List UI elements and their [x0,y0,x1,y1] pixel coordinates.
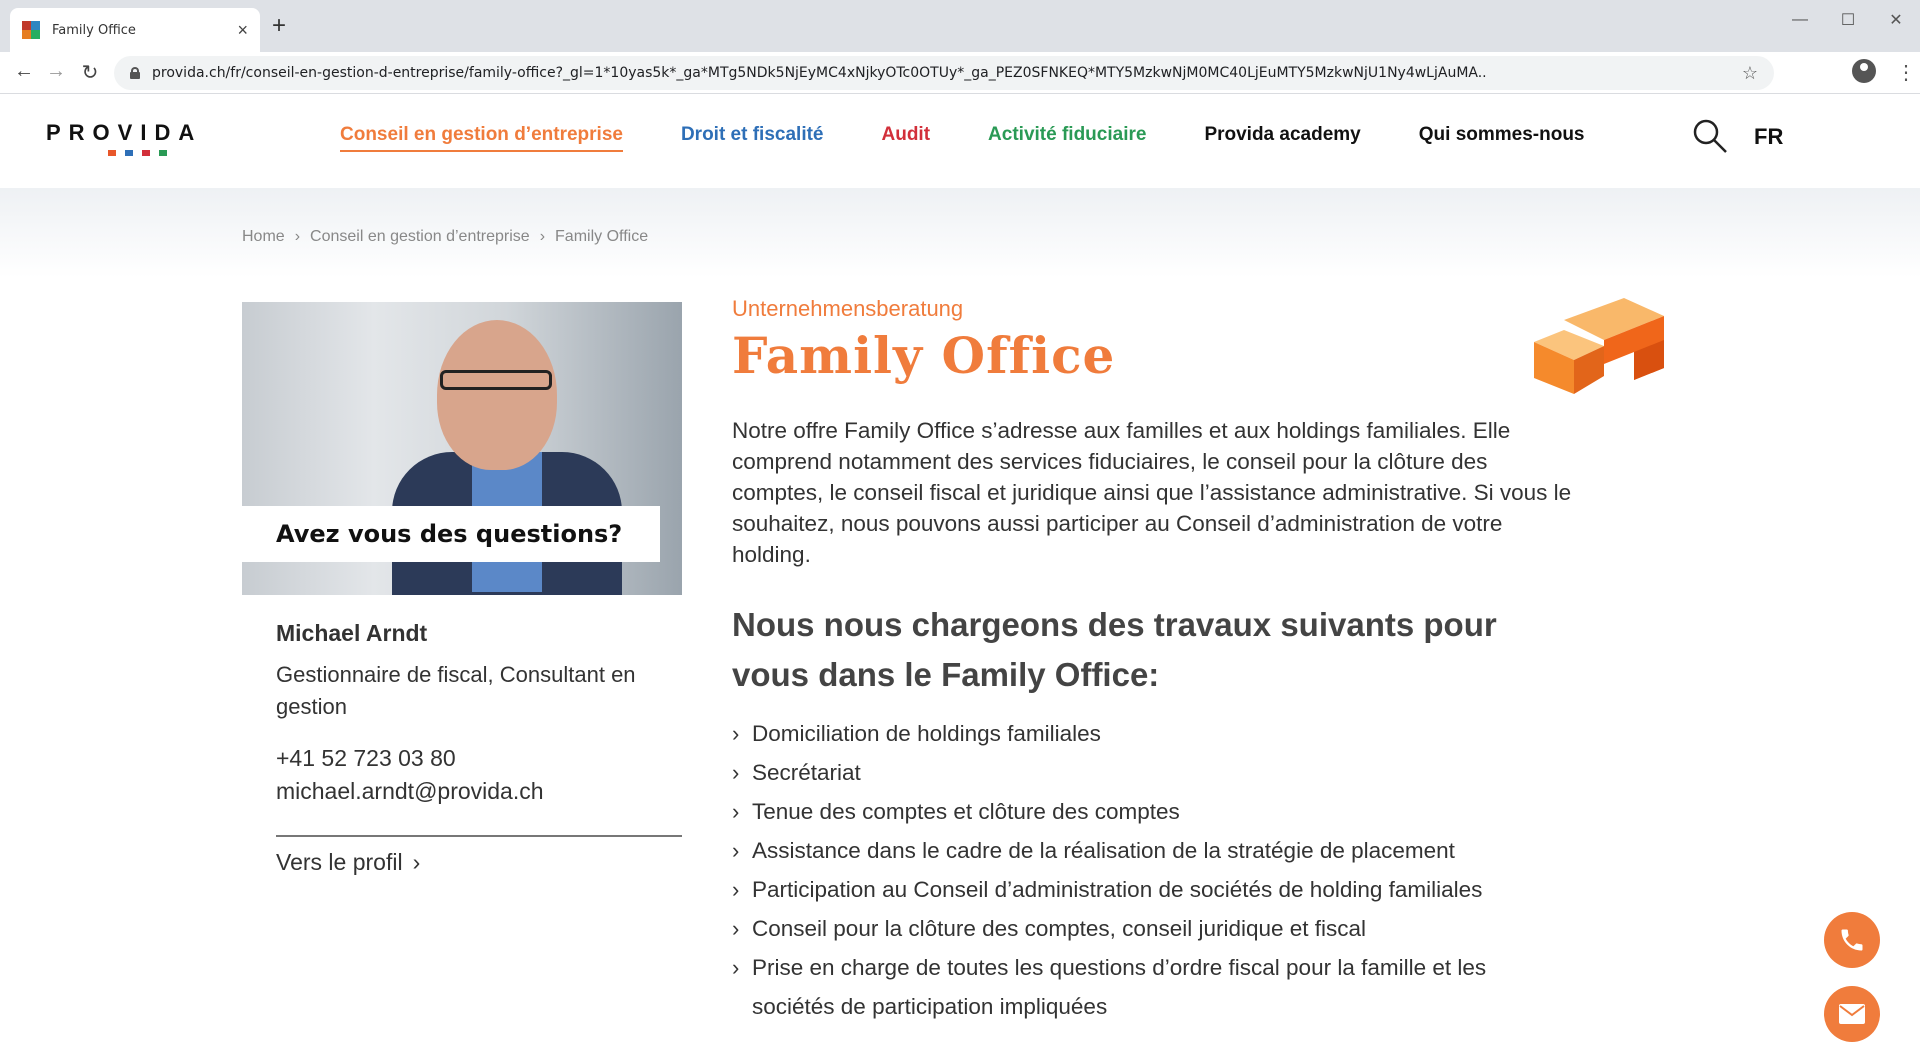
contact-name: Michael Arndt [276,620,428,646]
breadcrumb: Home › Conseil en gestion d’entreprise ›… [242,228,648,246]
intro-paragraph: Notre offre Family Office s’adresse aux … [732,418,1572,567]
logo-dot [108,150,116,156]
breadcrumb-home[interactable]: Home [242,228,285,246]
breadcrumb-section[interactable]: Conseil en gestion d’entreprise [310,228,530,246]
question-text: Avez vous des questions? [276,520,623,548]
chevron-right-icon: › [732,760,740,785]
page-subtitle: Unternehmensberatung [732,296,964,321]
nav-item[interactable]: Droit et fiscalité [681,124,824,152]
new-tab-button[interactable]: + [272,12,286,40]
site-header: PROVIDA Conseil en gestion d’entreprise D… [0,94,1920,188]
logo-dots [108,150,202,156]
nav-item[interactable]: Qui sommes-nous [1419,124,1585,152]
profile-icon[interactable] [1852,59,1876,83]
minimize-icon[interactable]: — [1776,6,1824,34]
provida-logo[interactable]: PROVIDA [46,120,202,156]
nav-item[interactable]: Conseil en gestion d’entreprise [340,124,623,152]
service-label: Domiciliation de holdings familiales [752,721,1101,746]
logo-dot [159,150,167,156]
contact-email[interactable]: michael.arndt@provida.ch [276,778,682,805]
service-item: › Secrétariat [732,753,1572,792]
divider [276,835,682,837]
url-text[interactable]: provida.ch/fr/conseil-en-gestion-d-entre… [152,65,1742,81]
service-item: › Assistance dans le cadre de la réalisat… [732,831,1572,870]
chevron-right-icon: › [732,799,740,824]
chevron-right-icon: › [732,916,740,941]
service-label: Secrétariat [752,760,861,785]
chevron-right-icon: › [732,838,740,863]
service-item: › Prise en charge de toutes les questions… [732,948,1572,1026]
breadcrumb-separator: › [539,228,546,245]
logo-dot [142,150,150,156]
breadcrumb-separator: › [294,228,301,245]
chevron-right-icon: › [732,955,740,980]
language-switch[interactable]: FR [1754,124,1783,150]
contact-phone[interactable]: +41 52 723 03 80 [276,745,682,772]
back-icon[interactable]: ← [10,60,38,83]
question-banner: Avez vous des questions? [242,506,660,562]
address-bar[interactable]: provida.ch/fr/conseil-en-gestion-d-entre… [114,56,1774,90]
window-controls: — ☐ ✕ [1776,6,1920,34]
close-window-icon[interactable]: ✕ [1872,6,1920,34]
menu-icon[interactable]: ⋮ [1896,60,1916,85]
breadcrumb-current: Family Office [555,228,649,245]
cube-logo-icon [1534,298,1664,394]
contact-role: Gestionnaire de fiscal, Consultant en ge… [276,662,636,719]
nav-item[interactable]: Activité fiduciaire [988,124,1146,152]
reload-icon[interactable]: ↻ [76,60,104,85]
nav-item[interactable]: Provida academy [1204,124,1360,152]
chevron-right-icon: › [732,721,740,746]
search-icon[interactable] [1692,118,1728,154]
contact-card: Michael Arndt Gestionnaire de fiscal, Co… [276,620,682,876]
email-button[interactable] [1824,986,1880,1042]
lock-icon[interactable] [130,67,140,79]
favicon-icon [22,21,40,39]
service-item: › Tenue des comptes et clôture des compte… [732,792,1572,831]
service-label: Participation au Conseil d’administratio… [752,877,1483,902]
star-icon[interactable]: ☆ [1742,63,1758,84]
service-label: Prise en charge de toutes les questions … [752,955,1487,1019]
tab-title: Family Office [52,22,136,38]
service-item: › Conseil pour la clôture des comptes, co… [732,909,1572,948]
service-item: › Domiciliation de holdings familiales [732,714,1572,753]
browser-toolbar: ← → ↻ provida.ch/fr/conseil-en-gestion-d… [0,52,1920,94]
logo-text: PROVIDA [46,120,203,145]
service-label: Assistance dans le cadre de la réalisati… [752,838,1455,863]
call-button[interactable] [1824,912,1880,968]
mail-icon [1839,1004,1865,1024]
services-list: › Domiciliation de holdings familiales › Se… [732,714,1572,1026]
browser-tab[interactable]: Family Office × [10,8,260,52]
close-tab-icon[interactable]: × [237,20,248,41]
logo-dot [125,150,133,156]
chevron-right-icon: › [732,877,740,902]
profile-link[interactable]: Vers le profil › [276,849,682,876]
nav-item[interactable]: Audit [882,124,931,152]
page-title: Family Office [732,326,1116,385]
main-nav: Conseil en gestion d’entreprise Droit et … [340,124,1643,152]
maximize-icon[interactable]: ☐ [1824,6,1872,34]
services-heading: Nous nous chargeons des travaux suivants… [732,606,1497,693]
service-item: › Participation au Conseil d’administrati… [732,870,1572,909]
browser-tabbar: Family Office × + — ☐ ✕ [0,0,1920,52]
profile-link-label: Vers le profil [276,849,403,875]
phone-icon [1841,929,1863,951]
forward-icon[interactable]: → [42,60,70,83]
main-content: Unternehmensberatung Family Office Notre… [732,296,1572,1026]
service-label: Conseil pour la clôture des comptes, con… [752,916,1367,941]
service-label: Tenue des comptes et clôture des comptes [752,799,1180,824]
chevron-right-icon: › [412,849,421,875]
